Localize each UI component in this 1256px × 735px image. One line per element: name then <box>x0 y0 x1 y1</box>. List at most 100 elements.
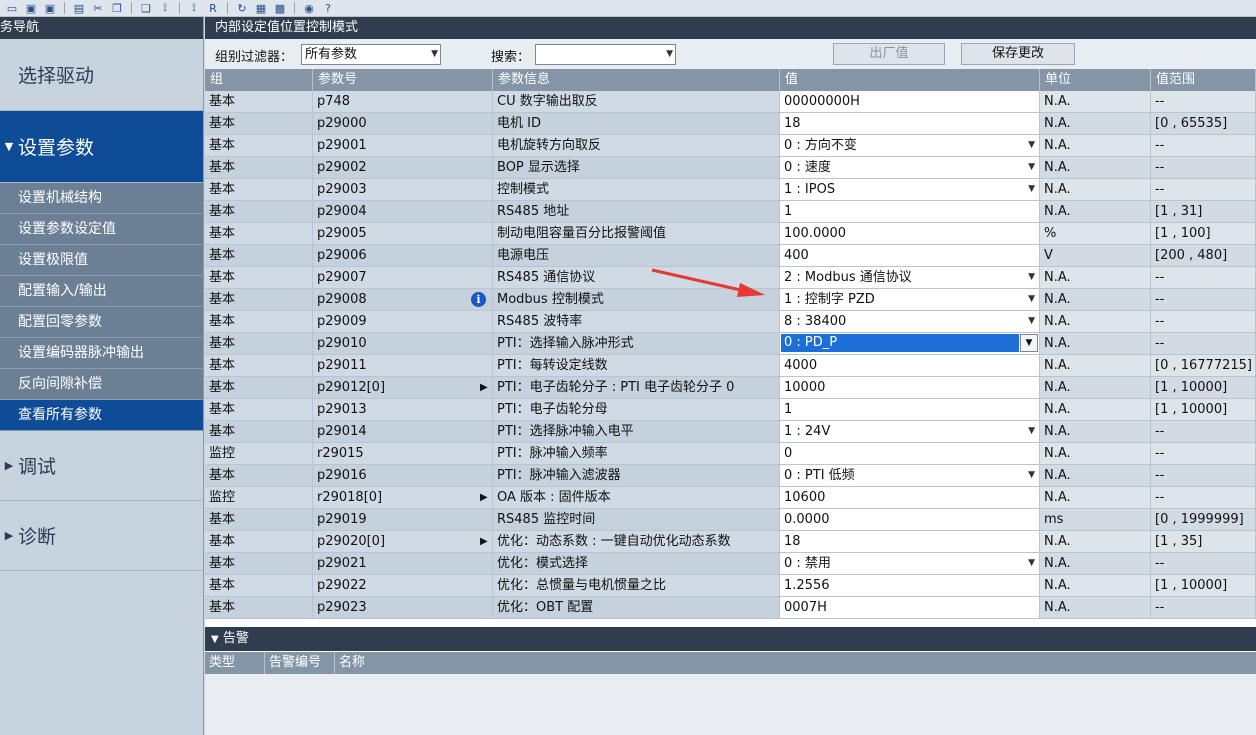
table-row[interactable]: 基本 p29014 PTI：选择脉冲输入电平 1 : 24V ▼ N.A. -- <box>205 421 1256 443</box>
cell-value[interactable]: 1 : IPOS ▼ <box>780 179 1040 201</box>
cell-value[interactable]: 0.0000 <box>780 509 1040 531</box>
nav-sub-item[interactable]: 配置回零参数 <box>0 307 203 338</box>
value-select-active[interactable]: 0 : PD_P <box>780 333 1020 353</box>
copy-icon[interactable]: ❐ <box>109 1 125 15</box>
save-icon[interactable]: ▣ <box>23 1 39 15</box>
table-row[interactable]: 基本 p29001 电机旋转方向取反 0 : 方向不变 ▼ N.A. -- <box>205 135 1256 157</box>
column-header-range[interactable]: 值范围 <box>1151 69 1256 91</box>
cell-value[interactable]: 0 : 速度 ▼ <box>780 157 1040 179</box>
table-row[interactable]: 基本 p29003 控制模式 1 : IPOS ▼ N.A. -- <box>205 179 1256 201</box>
chevron-down-icon[interactable]: ▼ <box>1028 289 1035 310</box>
cell-value[interactable]: 0 : 禁用 ▼ <box>780 553 1040 575</box>
cell-value[interactable]: 18 <box>780 531 1040 553</box>
table-row[interactable]: 基本 p29019 RS485 监控时间 0.0000 ms [0 , 1999999] <box>205 509 1256 531</box>
alarm-column-name[interactable]: 名称 <box>335 652 1256 674</box>
table-icon[interactable]: ▦ <box>253 1 269 15</box>
table-row[interactable]: 基本 p29016 PTI：脉冲输入滤波器 0 : PTI 低频 ▼ N.A. -- <box>205 465 1256 487</box>
table-row[interactable]: 基本 p29011 PTI：每转设定线数 4000 N.A. [0 , 16777215] <box>205 355 1256 377</box>
nav-sub-item[interactable]: 配置输入/输出 <box>0 276 203 307</box>
table-row[interactable]: 基本 p29000 电机 ID 18 N.A. [0 , 65535] <box>205 113 1256 135</box>
nav-sub-item[interactable]: 反向间隙补偿 <box>0 369 203 400</box>
cell-value[interactable]: 1 : 控制字 PZD ▼ <box>780 289 1040 311</box>
chevron-down-icon[interactable]: ▼ <box>1028 267 1035 288</box>
cell-value[interactable]: 8 : 38400 ▼ <box>780 311 1040 333</box>
info-icon[interactable]: i <box>471 292 486 307</box>
table-row[interactable]: 基本 p29013 PTI：电子齿轮分母 1 N.A. [1 , 10000] <box>205 399 1256 421</box>
table-row[interactable]: 基本 p29009 RS485 波特率 8 : 38400 ▼ N.A. -- <box>205 311 1256 333</box>
print-icon[interactable]: ▤ <box>71 1 87 15</box>
alarm-panel-header[interactable]: ▼ 告警 <box>205 627 1256 651</box>
plug-icon[interactable]: ◉ <box>301 1 317 15</box>
paste-icon[interactable]: ❏ <box>138 1 154 15</box>
factory-value-button[interactable]: 出厂值 <box>833 43 945 65</box>
table-row[interactable]: 基本 p29021 优化：模式选择 0 : 禁用 ▼ N.A. -- <box>205 553 1256 575</box>
chevron-down-icon[interactable]: ▼ <box>1028 421 1035 442</box>
nav-set-params[interactable]: ▼ 设置参数 <box>0 111 203 183</box>
table-row[interactable]: 基本 p29005 制动电阻容量百分比报警阈值 100.0000% [1 , 100] <box>205 223 1256 245</box>
cell-value[interactable]: 10600 <box>780 487 1040 509</box>
refresh-icon[interactable]: ↻ <box>234 1 250 15</box>
column-header-param-number[interactable]: 参数号 <box>313 69 493 91</box>
search-input[interactable]: ▼ <box>535 44 676 65</box>
table-row[interactable]: 监控 r29018[0] ▶ OA 版本 : 固件版本 10600 N.A. -- <box>205 487 1256 509</box>
table-row[interactable]: 基本 p748 CU 数字输出取反 00000000H N.A. -- <box>205 91 1256 113</box>
table-row[interactable]: 基本 p29006 电源电压 400 V [200 , 480] <box>205 245 1256 267</box>
cell-value[interactable]: 1 : 24V ▼ <box>780 421 1040 443</box>
chevron-down-icon[interactable]: ▼ <box>1028 465 1035 486</box>
chevron-down-icon[interactable]: ▼ <box>1028 157 1035 178</box>
expand-arrow-icon[interactable]: ▶ <box>480 377 488 398</box>
nav-sub-item[interactable]: 设置编码器脉冲输出 <box>0 338 203 369</box>
nav-sub-item[interactable]: 设置极限值 <box>0 245 203 276</box>
rom-icon[interactable]: R <box>205 1 221 15</box>
nav-sub-item[interactable]: 查看所有参数 <box>0 400 203 431</box>
table-row[interactable]: 监控 r29015 PTI：脉冲输入频率 0 N.A. -- <box>205 443 1256 465</box>
disconnect-icon[interactable]: ⟟ <box>186 1 202 15</box>
nav-select-drive[interactable]: 选择驱动 <box>0 39 203 111</box>
cell-value[interactable]: 0 <box>780 443 1040 465</box>
chevron-down-icon[interactable]: ▼ <box>1028 311 1035 332</box>
group-filter-select[interactable]: 所有参数 ▼ <box>301 44 441 65</box>
cut-icon[interactable]: ✂ <box>90 1 106 15</box>
chart-icon[interactable]: ▩ <box>272 1 288 15</box>
cell-value[interactable]: 18 <box>780 113 1040 135</box>
new-icon[interactable]: ▭ <box>4 1 20 15</box>
cell-value[interactable]: 400 <box>780 245 1040 267</box>
cell-value[interactable]: 1.2556 <box>780 575 1040 597</box>
cell-value[interactable]: 00000000H <box>780 91 1040 113</box>
column-header-value[interactable]: 值 <box>780 69 1040 91</box>
chevron-down-icon[interactable]: ▼ <box>1028 553 1035 574</box>
alarm-column-number[interactable]: 告警编号 <box>265 652 335 674</box>
cell-value[interactable]: 0 : PTI 低频 ▼ <box>780 465 1040 487</box>
connect-icon[interactable]: ⟟ <box>157 1 173 15</box>
alarm-column-type[interactable]: 类型 <box>205 652 265 674</box>
help-icon[interactable]: ? <box>320 1 336 15</box>
save-all-icon[interactable]: ▣ <box>42 1 58 15</box>
cell-value[interactable]: 1 <box>780 201 1040 223</box>
nav-debug[interactable]: ▶ 调试 <box>0 431 203 501</box>
nav-sub-item[interactable]: 设置参数设定值 <box>0 214 203 245</box>
expand-arrow-icon[interactable]: ▶ <box>480 487 488 508</box>
expand-arrow-icon[interactable]: ▶ <box>480 531 488 552</box>
cell-value[interactable]: 2 : Modbus 通信协议 ▼ <box>780 267 1040 289</box>
nav-diagnose[interactable]: ▶ 诊断 <box>0 501 203 571</box>
cell-value[interactable]: 10000 <box>780 377 1040 399</box>
table-row[interactable]: 基本 p29020[0] ▶ 优化：动态系数 : 一键自动优化动态系数 18 N.A. [1… <box>205 531 1256 553</box>
nav-sub-item[interactable]: 设置机械结构 <box>0 183 203 214</box>
table-row[interactable]: 基本 p29007 RS485 通信协议 2 : Modbus 通信协议 ▼ N.A. -- <box>205 267 1256 289</box>
chevron-down-icon[interactable]: ▼ <box>1020 334 1038 352</box>
table-row[interactable]: 基本 p29012[0] ▶ PTI：电子齿轮分子 : PTI 电子齿轮分子 0 100… <box>205 377 1256 399</box>
cell-value[interactable]: 0 : PD_P ▼ <box>780 333 1040 355</box>
column-header-unit[interactable]: 单位 <box>1040 69 1151 91</box>
table-row[interactable]: 基本 p29022 优化：总惯量与电机惯量之比 1.2556 N.A. [1 , 1000… <box>205 575 1256 597</box>
chevron-down-icon[interactable]: ▼ <box>1028 179 1035 200</box>
cell-value[interactable]: 4000 <box>780 355 1040 377</box>
column-header-group[interactable]: 组 <box>205 69 313 91</box>
cell-value[interactable]: 0 : 方向不变 ▼ <box>780 135 1040 157</box>
table-row[interactable]: 基本 p29008 i Modbus 控制模式 1 : 控制字 PZD ▼ N.A. -- <box>205 289 1256 311</box>
table-row[interactable]: 基本 p29010 PTI：选择输入脉冲形式 0 : PD_P ▼ N.A. -- <box>205 333 1256 355</box>
column-header-param-info[interactable]: 参数信息 <box>493 69 780 91</box>
cell-value[interactable]: 1 <box>780 399 1040 421</box>
table-row[interactable]: 基本 p29004 RS485 地址 1 N.A. [1 , 31] <box>205 201 1256 223</box>
chevron-down-icon[interactable]: ▼ <box>1028 135 1035 156</box>
table-row[interactable]: 基本 p29023 优化：OBT 配置 0007H N.A. -- <box>205 597 1256 619</box>
